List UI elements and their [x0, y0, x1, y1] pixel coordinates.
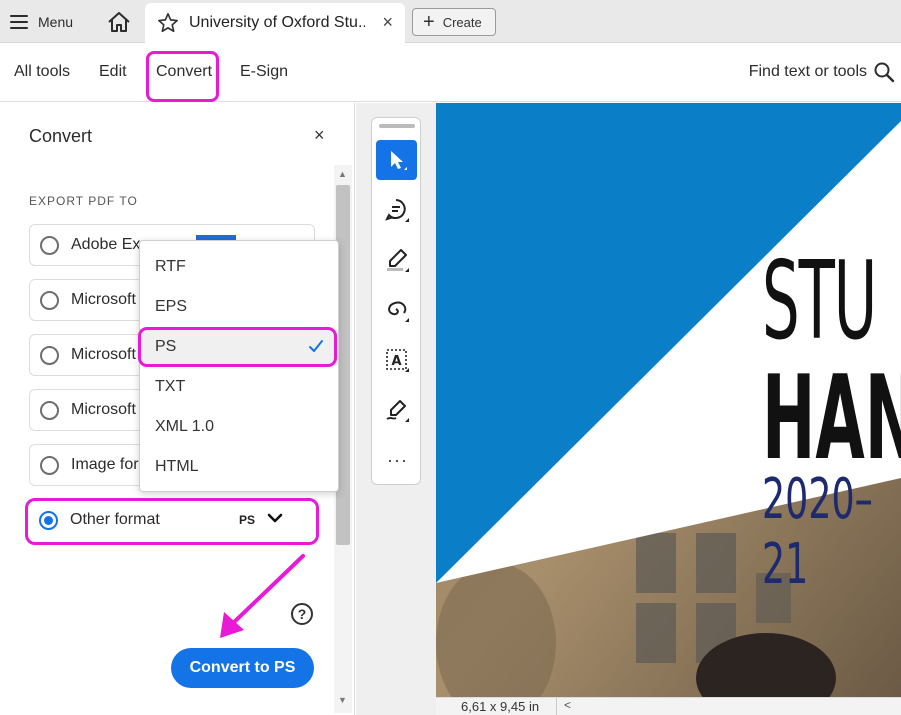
dropdown-item[interactable]: EPS — [140, 289, 338, 325]
select-tool[interactable] — [376, 140, 417, 180]
highlight-icon — [386, 249, 409, 272]
draw-icon — [387, 301, 409, 322]
tab-close-icon[interactable]: × — [382, 12, 393, 33]
radio-button[interactable] — [40, 235, 59, 255]
home-button[interactable] — [104, 8, 134, 36]
cover-year: 2020–21 — [762, 467, 873, 597]
tab-bar: Menu University of Oxford Stu... × + Cre… — [0, 0, 901, 43]
dropdown-item-selected[interactable]: PS — [140, 329, 338, 365]
svg-text:A: A — [391, 354, 401, 369]
option-label: Other format — [70, 511, 160, 528]
tab-convert[interactable]: Convert — [156, 63, 212, 81]
option-label: Image for — [71, 456, 139, 473]
sign-tool[interactable] — [376, 390, 417, 430]
menu-button[interactable]: Menu — [10, 8, 73, 36]
other-format-option[interactable]: Other format PS — [29, 499, 315, 541]
dropdown-item[interactable]: TXT — [140, 369, 338, 405]
create-label: Create — [442, 14, 482, 30]
menu-label: Menu — [38, 14, 74, 30]
cover-title-line1: STU — [762, 239, 877, 364]
dropdown-item[interactable]: XML 1.0 — [140, 409, 338, 445]
status-divider — [556, 698, 557, 715]
status-bar: 6,61 x 9,45 in < — [436, 697, 901, 715]
text-tool[interactable]: A — [376, 340, 417, 380]
format-value[interactable]: PS — [239, 513, 255, 527]
highlight-tool[interactable] — [376, 240, 417, 280]
pdf-page[interactable]: STU HAN 2020–21 — [436, 103, 901, 697]
convert-button[interactable]: Convert to PS — [171, 648, 314, 688]
home-icon — [108, 12, 130, 32]
star-icon[interactable] — [157, 12, 179, 34]
plus-icon: + — [423, 11, 435, 33]
tab-esign[interactable]: E-Sign — [240, 63, 288, 81]
scroll-left-icon[interactable]: < — [564, 698, 571, 712]
tab-all-tools[interactable]: All tools — [14, 63, 70, 81]
scroll-down-icon[interactable]: ▼ — [338, 695, 347, 705]
format-dropdown: RTF EPS PS TXT XML 1.0 HTML — [139, 240, 339, 492]
option-label: Microsoft — [71, 291, 136, 308]
panel-close-icon[interactable]: × — [314, 125, 325, 146]
radio-button[interactable] — [40, 455, 59, 475]
more-icon[interactable]: ··· — [387, 450, 408, 471]
option-label: Microsoft — [71, 401, 136, 418]
find-text-or-tools[interactable]: Find text or tools — [749, 63, 867, 81]
comment-tool[interactable] — [376, 190, 417, 230]
drag-handle[interactable] — [379, 124, 415, 128]
draw-tool[interactable] — [376, 290, 417, 330]
hamburger-icon — [10, 15, 28, 29]
comment-icon — [384, 199, 409, 222]
tab-title: University of Oxford Stu... — [189, 14, 365, 31]
radio-button[interactable] — [40, 345, 59, 365]
chevron-down-icon[interactable] — [267, 510, 283, 526]
export-section-label: EXPORT PDF TO — [29, 194, 138, 208]
document-tab[interactable]: University of Oxford Stu... × — [145, 3, 405, 43]
page-size: 6,61 x 9,45 in — [461, 699, 540, 714]
cover-title-line2: HAN — [762, 351, 901, 486]
dropdown-item-label: PS — [155, 338, 177, 355]
checkmark-icon — [309, 340, 323, 352]
top-toolbar: All tools Edit Convert E-Sign Find text … — [0, 43, 901, 102]
radio-button[interactable] — [40, 290, 59, 310]
radio-button[interactable] — [40, 400, 59, 420]
dropdown-item[interactable]: HTML — [140, 449, 338, 485]
radio-button-checked[interactable] — [39, 510, 58, 530]
select-icon — [390, 151, 407, 170]
dropdown-item[interactable]: RTF — [140, 249, 338, 285]
quick-tools-bar: A ··· — [371, 117, 421, 485]
text-box-icon: A — [385, 349, 409, 372]
tab-edit[interactable]: Edit — [99, 63, 127, 81]
option-label: Microsoft — [71, 346, 136, 363]
search-icon[interactable] — [873, 61, 895, 83]
panel-title: Convert — [29, 126, 93, 146]
create-button[interactable]: + Create — [412, 8, 496, 36]
option-label: Adobe Ex — [71, 236, 141, 253]
help-icon[interactable]: ? — [291, 603, 313, 625]
scroll-up-icon[interactable]: ▲ — [338, 169, 347, 179]
sign-icon — [385, 400, 409, 422]
